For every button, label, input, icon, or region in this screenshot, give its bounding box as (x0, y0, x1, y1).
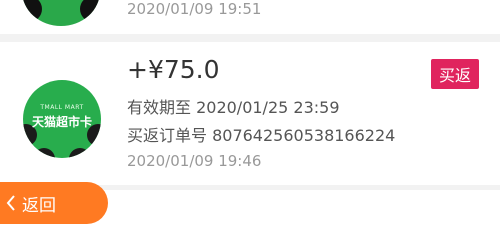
previous-record-card[interactable]: 2020/01/09 19:51 (0, 0, 500, 34)
record-card[interactable]: TMALL MART 天猫超市卡 +¥75.0 买返 有效期至 2020/01/… (0, 42, 500, 185)
logo-subtitle: TMALL MART (40, 104, 84, 111)
tmall-card-logo (22, 0, 100, 26)
record-timestamp: 2020/01/09 19:46 (127, 152, 262, 170)
back-button[interactable]: 返回 (0, 182, 108, 224)
expiry-date: 有效期至 2020/01/25 23:59 (127, 98, 340, 117)
order-number: 买返订单号 807642560538166224 (127, 126, 396, 145)
amount: +¥75.0 (127, 55, 220, 84)
back-button-label: 返回 (22, 195, 56, 216)
divider (0, 34, 500, 42)
logo-title: 天猫超市卡 (31, 115, 92, 129)
rebate-badge: 买返 (431, 59, 479, 89)
tmall-card-logo: TMALL MART 天猫超市卡 (23, 80, 101, 158)
record-timestamp: 2020/01/09 19:51 (127, 0, 262, 18)
chevron-left-icon (6, 195, 15, 211)
